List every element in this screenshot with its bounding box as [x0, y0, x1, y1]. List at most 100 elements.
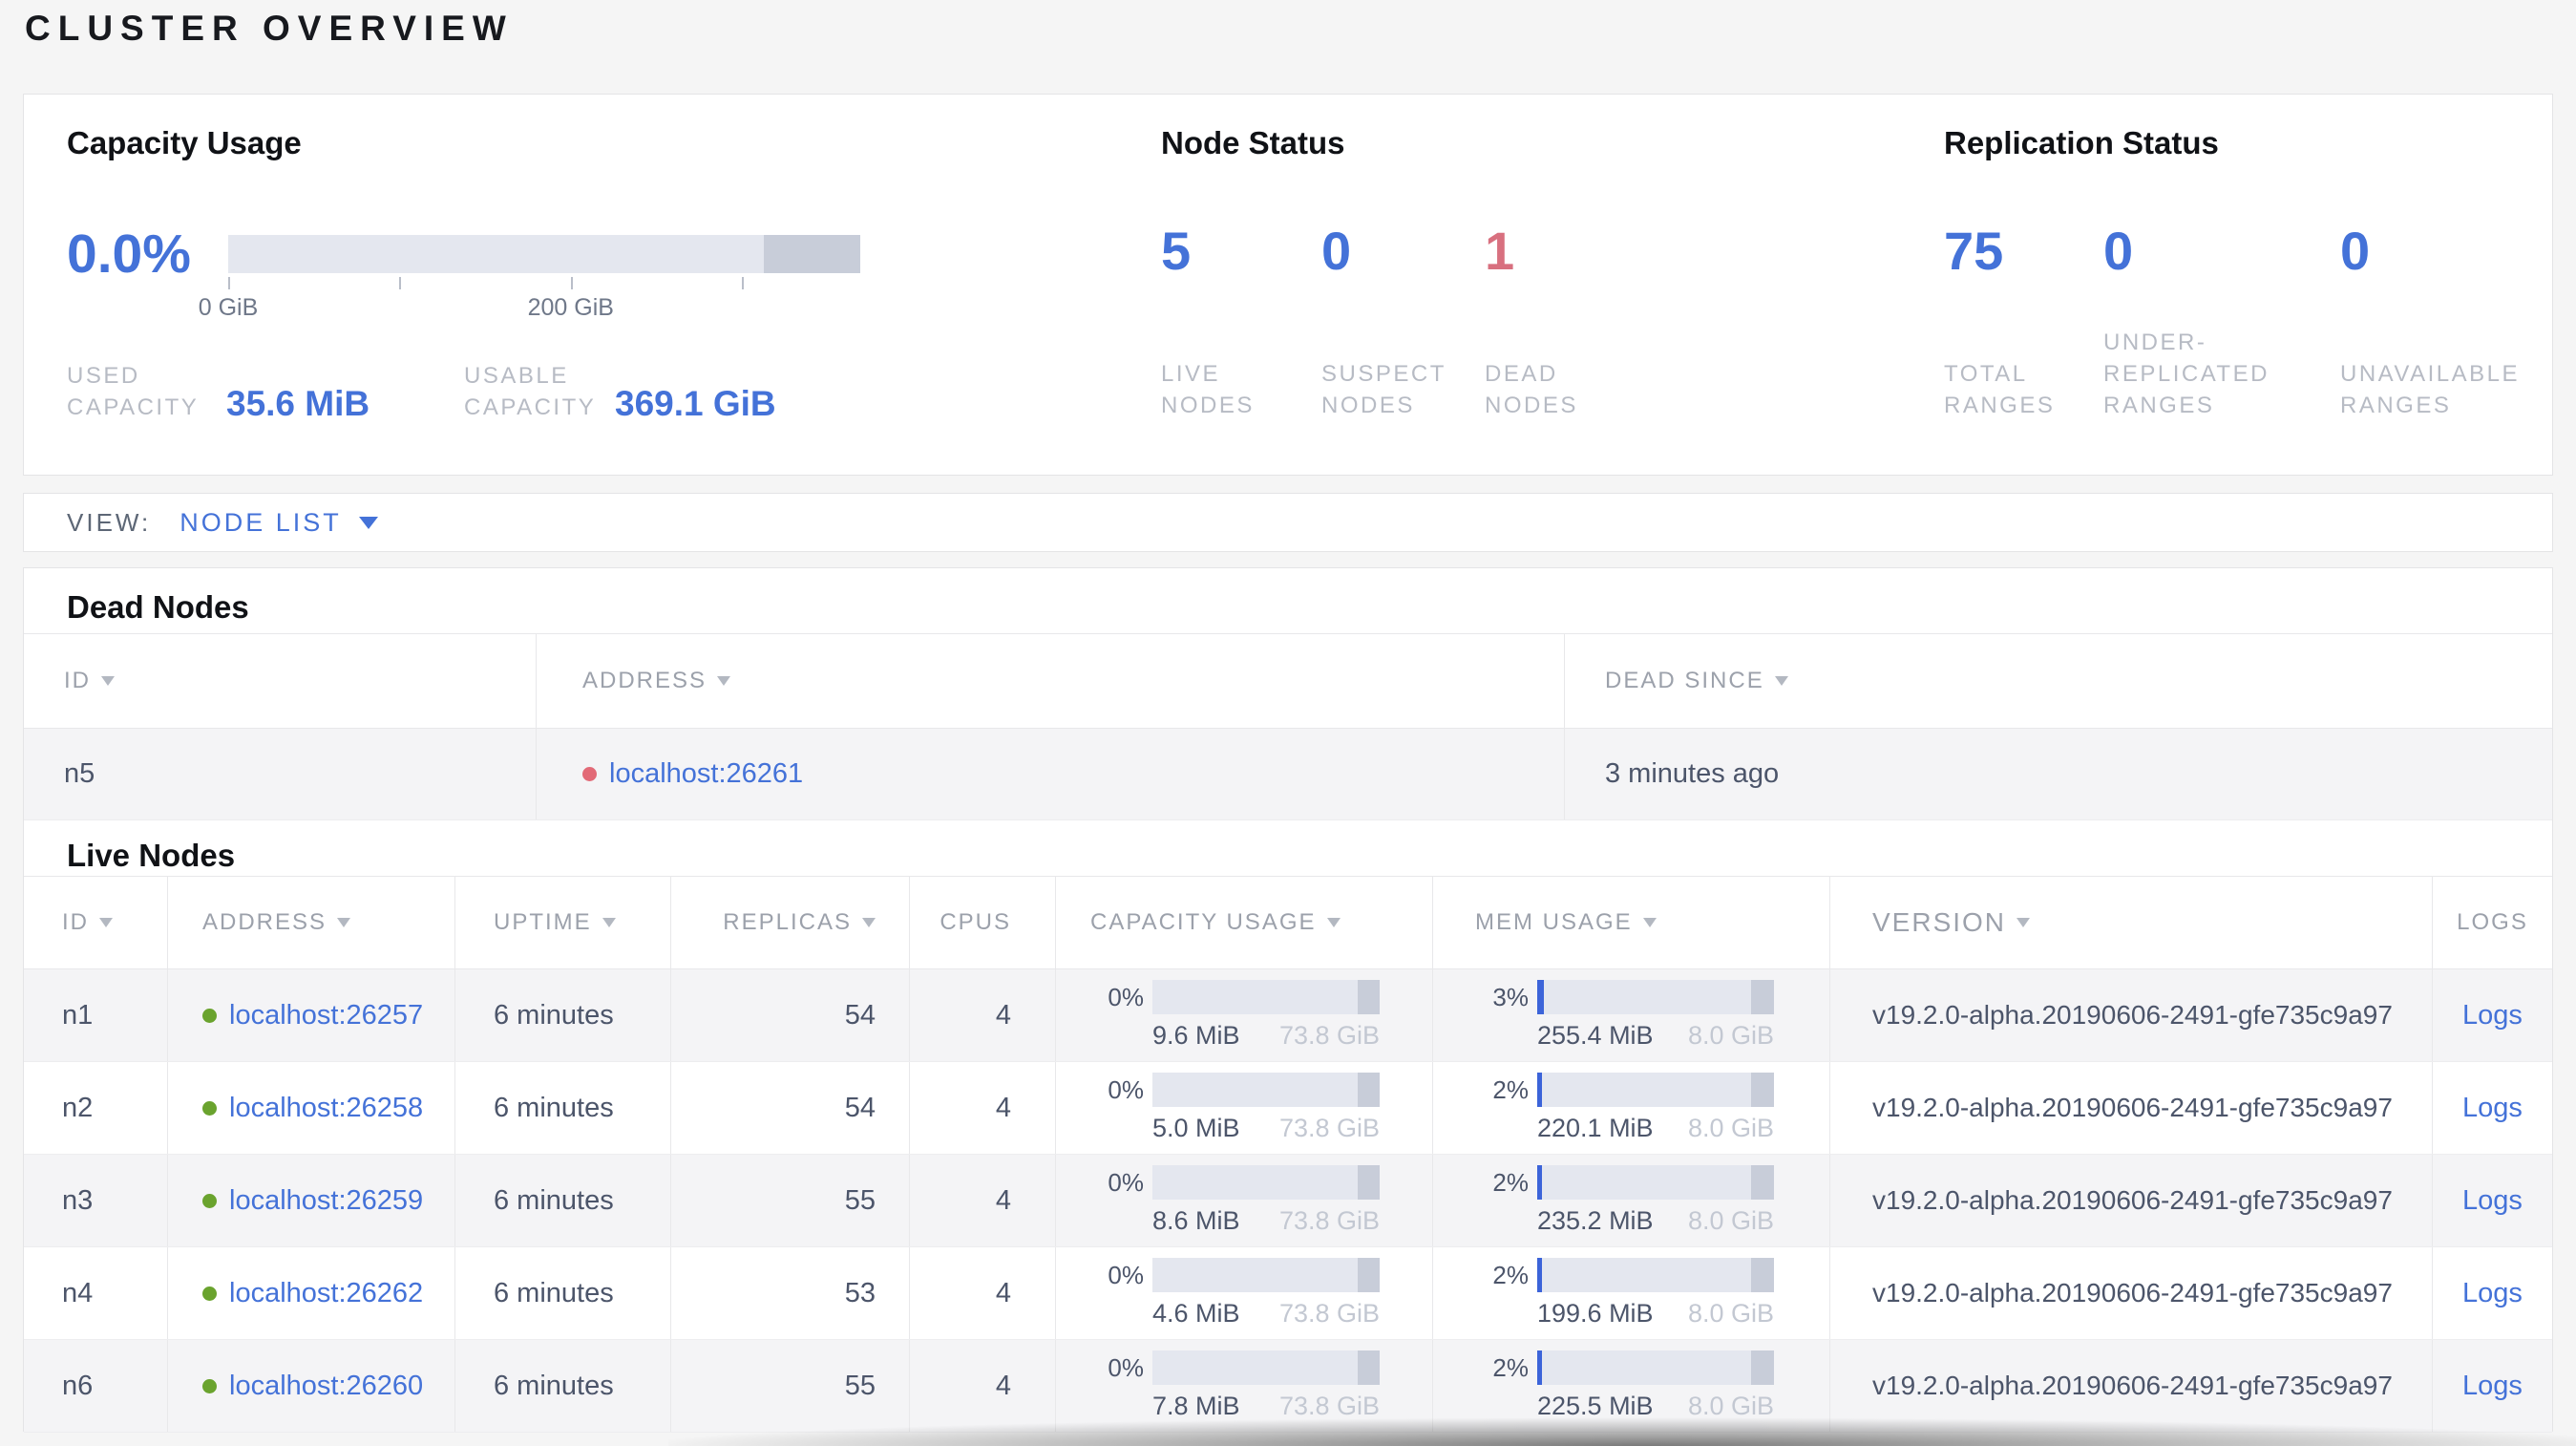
- node-address-cell: localhost:26257: [168, 969, 455, 1061]
- capacity-used-value: 5.0 MiB: [1152, 1114, 1240, 1142]
- replication-status-title: Replication Status: [1944, 125, 2219, 160]
- logs-cell: Logs: [2433, 969, 2552, 1061]
- view-selector-dropdown[interactable]: NODE LIST: [179, 508, 378, 538]
- node-address-link[interactable]: localhost:26261: [609, 758, 803, 790]
- column-header-replicas[interactable]: REPLICAS: [671, 877, 910, 968]
- dead-nodes-header-row: ID ADDRESS DEAD SINCE: [24, 633, 2552, 729]
- axis-tick: [228, 277, 230, 289]
- node-address-link[interactable]: localhost:26260: [229, 1371, 423, 1402]
- column-header-cpus[interactable]: CPUS: [910, 877, 1056, 968]
- sort-arrow-icon: [337, 918, 351, 927]
- capacity-usage-bar: [1152, 1073, 1380, 1107]
- capacity-used-value: 9.6 MiB: [1152, 1021, 1240, 1050]
- column-header-label: ID: [62, 909, 89, 935]
- column-header-address[interactable]: ADDRESS: [168, 877, 455, 968]
- capacity-usage-section: Capacity Usage 0.0% 0 GiB 200 GiB USED C…: [67, 95, 1098, 475]
- cpus-cell: 4: [910, 1062, 1056, 1154]
- bar-dark-segment: [1358, 980, 1380, 1014]
- live-status-dot-icon: [202, 1193, 217, 1208]
- replicas-cell: 54: [671, 1062, 910, 1154]
- bar-dark-segment: [1751, 1165, 1774, 1200]
- column-header-version[interactable]: VERSION: [1830, 877, 2433, 968]
- capacity-usage-cell: 0% 8.6 MiB 73.8 GiB: [1056, 1155, 1433, 1246]
- axis-tick-label: 0 GiB: [198, 294, 259, 321]
- uptime-cell: 6 minutes: [455, 1340, 671, 1432]
- node-address-link[interactable]: localhost:26262: [229, 1278, 423, 1309]
- nodes-tables-card: Dead Nodes ID ADDRESS DEAD SINCE n5 loca…: [23, 567, 2553, 1433]
- sort-arrow-icon: [2016, 918, 2031, 927]
- logs-link[interactable]: Logs: [2462, 1278, 2523, 1309]
- under-replicated-label: UNDER- REPLICATED RANGES: [2103, 330, 2270, 418]
- mem-usage-cell: 2% 220.1 MiB 8.0 GiB: [1433, 1062, 1830, 1154]
- mem-usage-cell: 2% 199.6 MiB 8.0 GiB: [1433, 1247, 1830, 1339]
- under-replicated-count: 0: [2103, 221, 2134, 281]
- mem-percent: 2%: [1492, 1352, 1529, 1382]
- sort-arrow-icon: [602, 918, 616, 927]
- live-node-row: n4 localhost:26262 6 minutes 53 4 0% 4.6…: [24, 1247, 2552, 1340]
- node-id-cell: n5: [24, 729, 537, 819]
- mem-total-value: 8.0 GiB: [1687, 1114, 1774, 1142]
- version-cell: v19.2.0-alpha.20190606-2491-gfe735c9a97: [1830, 1247, 2433, 1339]
- mem-percent: 2%: [1492, 1167, 1529, 1197]
- column-header-id[interactable]: ID: [24, 877, 168, 968]
- column-header-label: CPUS: [940, 909, 1011, 935]
- summary-card: Capacity Usage 0.0% 0 GiB 200 GiB USED C…: [23, 94, 2553, 476]
- column-header-address[interactable]: ADDRESS: [537, 634, 1565, 728]
- suspect-nodes-label: SUSPECT NODES: [1321, 361, 1446, 418]
- capacity-usage-cell: 0% 5.0 MiB 73.8 GiB: [1056, 1062, 1433, 1154]
- capacity-percent: 0%: [1108, 982, 1144, 1011]
- mem-usage-bar: [1537, 1258, 1774, 1292]
- node-status-numbers: 5 0 1: [1161, 217, 1514, 286]
- bar-fill-segment: [1537, 1073, 1542, 1107]
- live-nodes-header-row: ID ADDRESS UPTIME REPLICAS CPUS CAPACITY…: [24, 876, 2552, 969]
- node-address-link[interactable]: localhost:26257: [229, 1000, 423, 1031]
- live-nodes-table: ID ADDRESS UPTIME REPLICAS CPUS CAPACITY…: [24, 876, 2552, 1433]
- capacity-used-value: 4.6 MiB: [1152, 1299, 1240, 1328]
- column-header-uptime[interactable]: UPTIME: [455, 877, 671, 968]
- capacity-usage-title: Capacity Usage: [67, 125, 302, 160]
- logs-link[interactable]: Logs: [2462, 1093, 2523, 1124]
- column-header-label: UPTIME: [494, 909, 592, 935]
- mem-usage-bar: [1537, 1073, 1774, 1107]
- sort-arrow-icon: [1774, 676, 1788, 686]
- capacity-usage-bar: [1152, 1165, 1380, 1200]
- column-header-capacity-usage[interactable]: CAPACITY USAGE: [1056, 877, 1433, 968]
- axis-tick: [742, 277, 745, 289]
- used-capacity-label: USED CAPACITY: [67, 363, 200, 420]
- column-header-mem-usage[interactable]: MEM USAGE: [1433, 877, 1830, 968]
- live-node-row: n1 localhost:26257 6 minutes 54 4 0% 9.6…: [24, 969, 2552, 1062]
- axis-tick: [570, 277, 573, 289]
- column-header-id[interactable]: ID: [24, 634, 537, 728]
- version-cell: v19.2.0-alpha.20190606-2491-gfe735c9a97: [1830, 969, 2433, 1061]
- capacity-percent: 0%: [1108, 1260, 1144, 1289]
- live-status-dot-icon: [202, 1100, 217, 1116]
- uptime-cell: 6 minutes: [455, 1247, 671, 1339]
- node-address-link[interactable]: localhost:26259: [229, 1185, 423, 1217]
- replicas-cell: 53: [671, 1247, 910, 1339]
- capacity-total-value: 73.8 GiB: [1278, 1299, 1380, 1328]
- column-header-label: VERSION: [1872, 907, 2007, 937]
- column-header-label: ID: [64, 668, 91, 693]
- replication-status-section: Replication Status 75 0 0 TOTAL RANGES U…: [1944, 95, 2536, 475]
- window-bottom-shadow: [668, 1408, 2576, 1446]
- live-nodes-count: 5: [1161, 221, 1192, 281]
- usable-capacity-label: USABLE CAPACITY: [464, 363, 597, 420]
- mem-used-value: 255.4 MiB: [1537, 1021, 1654, 1050]
- node-address-link[interactable]: localhost:26258: [229, 1093, 423, 1124]
- live-nodes-heading: Live Nodes: [67, 838, 236, 873]
- logs-link[interactable]: Logs: [2462, 1371, 2523, 1402]
- mem-total-value: 8.0 GiB: [1687, 1299, 1774, 1328]
- live-node-row: n3 localhost:26259 6 minutes 55 4 0% 8.6…: [24, 1155, 2552, 1247]
- column-header-dead-since[interactable]: DEAD SINCE: [1565, 634, 2552, 728]
- logs-link[interactable]: Logs: [2462, 1185, 2523, 1217]
- unavailable-label: UNAVAILABLE RANGES: [2340, 361, 2521, 418]
- node-id-cell: n2: [24, 1062, 168, 1154]
- column-header-label: CAPACITY USAGE: [1090, 909, 1317, 935]
- column-header-label: MEM USAGE: [1475, 909, 1633, 935]
- cpus-cell: 4: [910, 1247, 1056, 1339]
- page-title: CLUSTER OVERVIEW: [25, 9, 514, 48]
- mem-used-value: 199.6 MiB: [1537, 1299, 1654, 1328]
- logs-link[interactable]: Logs: [2462, 1000, 2523, 1031]
- dead-nodes-table: ID ADDRESS DEAD SINCE n5 localhost:26261: [24, 633, 2552, 820]
- live-status-dot-icon: [202, 1008, 217, 1023]
